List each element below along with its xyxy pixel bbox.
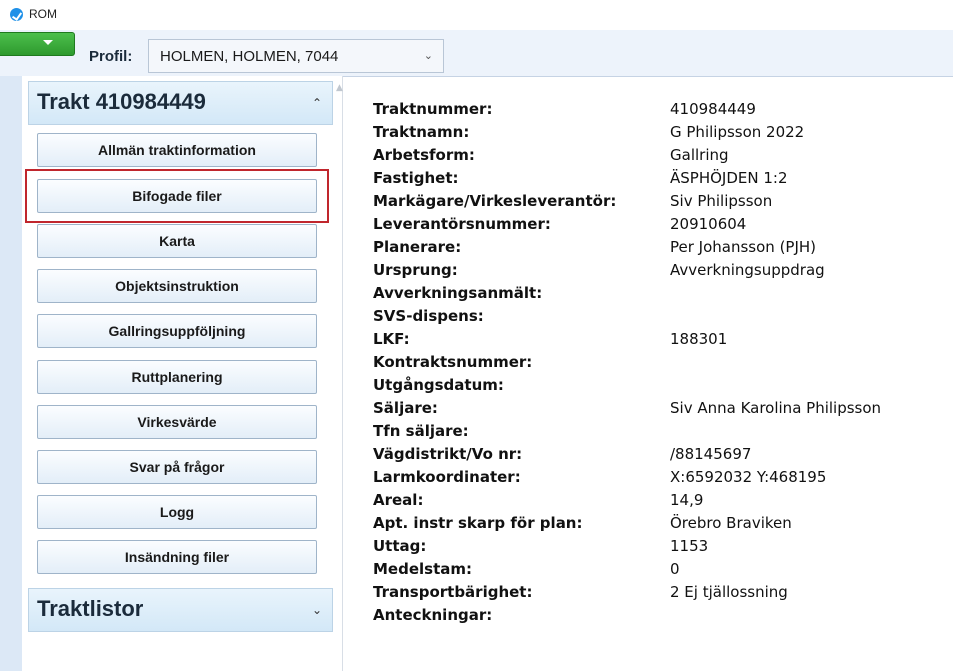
- detail-label: Vägdistrikt/Vo nr:: [373, 445, 523, 463]
- menu-dropdown-button[interactable]: [0, 32, 75, 56]
- detail-value: Siv Anna Karolina Philipsson: [670, 399, 882, 417]
- selection-highlight: [25, 169, 329, 223]
- nav-objektsinstruktion[interactable]: Objektsinstruktion: [37, 269, 317, 303]
- detail-value: X:6592032 Y:468195: [670, 468, 827, 486]
- traktlistor-section-title: Traktlistor: [37, 596, 144, 621]
- detail-label: Anteckningar:: [373, 606, 493, 624]
- detail-value: 188301: [670, 330, 728, 348]
- detail-value: G Philipsson 2022: [670, 123, 805, 141]
- nav-virkesvarde[interactable]: Virkesvärde: [37, 405, 317, 439]
- detail-label: Traktnummer:: [373, 100, 493, 118]
- nav-insandning-filer[interactable]: Insändning filer: [37, 540, 317, 574]
- detail-value: /88145697: [670, 445, 752, 463]
- detail-value: Örebro Braviken: [670, 514, 792, 532]
- detail-label: Transportbärighet:: [373, 583, 533, 601]
- chevron-down-icon: ⌄: [311, 603, 322, 617]
- nav-logg[interactable]: Logg: [37, 495, 317, 529]
- detail-label: Arbetsform:: [373, 146, 475, 164]
- nav-svar-pa-fragor[interactable]: Svar på frågor: [37, 450, 317, 484]
- nav-karta[interactable]: Karta: [37, 224, 317, 258]
- detail-label: Ursprung:: [373, 261, 458, 279]
- chevron-up-icon: ⌃: [311, 96, 322, 110]
- scroll-up-icon[interactable]: ▲: [336, 83, 343, 93]
- nav-allman-traktinformation[interactable]: Allmän traktinformation: [37, 133, 317, 167]
- detail-value: Gallring: [670, 146, 729, 164]
- detail-value: 20910604: [670, 215, 747, 233]
- detail-label: Kontraktsnummer:: [373, 353, 533, 371]
- detail-label: Uttag:: [373, 537, 427, 555]
- detail-value: 0: [670, 560, 680, 578]
- detail-label: Utgångsdatum:: [373, 376, 504, 394]
- detail-label: Medelstam:: [373, 560, 473, 578]
- nav-gallringsuppfoljning[interactable]: Gallringsuppföljning: [37, 314, 317, 348]
- detail-label: Leverantörsnummer:: [373, 215, 551, 233]
- detail-value: Avverkningsuppdrag: [670, 261, 825, 279]
- traktlistor-section-header[interactable]: Traktlistor ⌄: [28, 588, 333, 632]
- profile-select-value: HOLMEN, HOLMEN, 7044: [160, 48, 339, 65]
- nav-ruttplanering[interactable]: Ruttplanering: [37, 360, 317, 394]
- trakt-section-title: Trakt 410984449: [37, 89, 206, 114]
- app-title: ROM: [29, 7, 57, 21]
- detail-value: 14,9: [670, 491, 704, 509]
- detail-value: 1153: [670, 537, 709, 555]
- detail-label: Markägare/Virkesleverantör:: [373, 192, 617, 210]
- detail-label: Fastighet:: [373, 169, 459, 187]
- detail-label: Apt. instr skarp för plan:: [373, 514, 583, 532]
- profile-label: Profil:: [89, 48, 133, 65]
- title-bar: ROM: [0, 0, 953, 30]
- detail-value: Siv Philipsson: [670, 192, 773, 210]
- detail-label: LKF:: [373, 330, 410, 348]
- toolbar: [0, 30, 953, 77]
- detail-label: Traktnamn:: [373, 123, 470, 141]
- detail-value: 2 Ej tjällossning: [670, 583, 788, 601]
- app-logo-icon: [10, 8, 23, 21]
- detail-value: Per Johansson (PJH): [670, 238, 817, 256]
- detail-label: Larmkoordinater:: [373, 468, 521, 486]
- chevron-down-icon: ⌄: [423, 49, 433, 62]
- profile-select[interactable]: HOLMEN, HOLMEN, 7044 ⌄: [148, 39, 444, 73]
- detail-label: Avverkningsanmält:: [373, 284, 543, 302]
- detail-value: 410984449: [670, 100, 756, 118]
- caret-down-icon: [43, 40, 53, 45]
- left-gutter: [0, 76, 22, 671]
- detail-label: Areal:: [373, 491, 424, 509]
- detail-value: ÄSPHÖJDEN 1:2: [670, 169, 788, 187]
- detail-label: Planerare:: [373, 238, 462, 256]
- trakt-section-header[interactable]: Trakt 410984449 ⌃: [28, 81, 333, 125]
- detail-label: Tfn säljare:: [373, 422, 469, 440]
- detail-label: SVS-dispens:: [373, 307, 484, 325]
- detail-label: Säljare:: [373, 399, 438, 417]
